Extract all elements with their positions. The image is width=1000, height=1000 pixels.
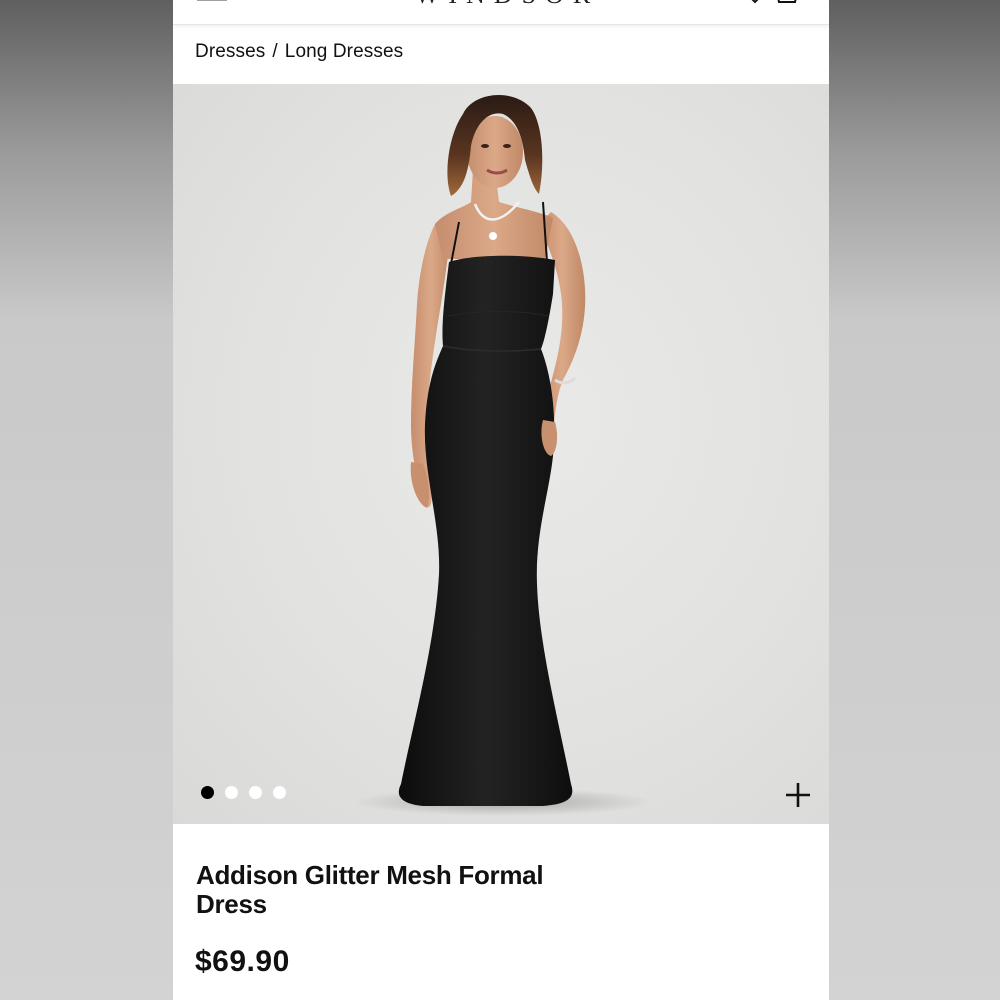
mobile-page: WINDSOR Dresses / Long Dresses bbox=[173, 0, 829, 1000]
gallery-dot-1[interactable] bbox=[201, 786, 214, 799]
product-image-gallery[interactable] bbox=[173, 84, 829, 824]
site-logo[interactable]: WINDSOR bbox=[407, 0, 607, 6]
hamburger-menu-icon[interactable] bbox=[197, 0, 229, 2]
product-title: Addison Glitter Mesh Formal Dress bbox=[196, 860, 544, 919]
site-header: WINDSOR bbox=[173, 0, 829, 25]
product-price: $69.90 bbox=[195, 945, 290, 978]
breadcrumb-separator: / bbox=[272, 41, 278, 62]
shopping-bag-icon[interactable] bbox=[743, 0, 799, 4]
gallery-pagination bbox=[201, 786, 286, 799]
plus-icon[interactable] bbox=[783, 780, 813, 810]
svg-text:WINDSOR: WINDSOR bbox=[415, 0, 599, 6]
gallery-dot-4[interactable] bbox=[273, 786, 286, 799]
breadcrumb: Dresses / Long Dresses bbox=[195, 41, 403, 63]
breadcrumb-long-dresses[interactable]: Long Dresses bbox=[285, 41, 403, 62]
gallery-dot-3[interactable] bbox=[249, 786, 262, 799]
product-photo bbox=[353, 95, 653, 816]
breadcrumb-dresses[interactable]: Dresses bbox=[195, 41, 265, 62]
gallery-dot-2[interactable] bbox=[225, 786, 238, 799]
